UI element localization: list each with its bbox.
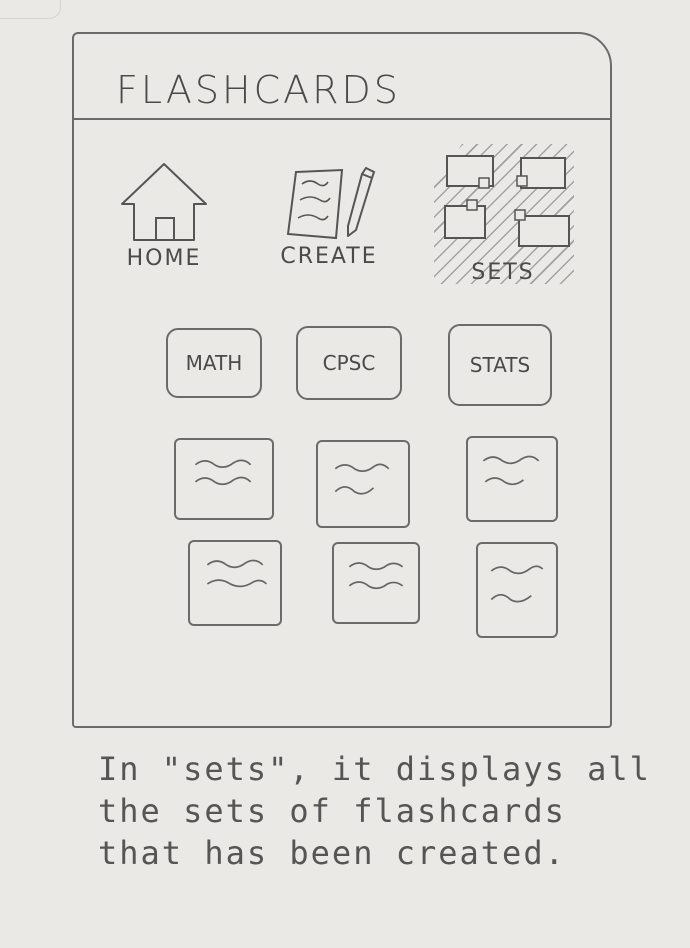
set-button-math[interactable]: MATH [166,328,262,398]
set-button-label: MATH [185,351,243,375]
flashcard-thumbnail[interactable] [476,542,558,638]
set-button-label: STATS [469,353,531,377]
set-button-label: CPSC [322,351,376,375]
nav-home-button[interactable]: HOME [104,156,224,271]
set-button-stats[interactable]: STATS [448,324,552,406]
squiggle-lines-icon [194,459,252,486]
flashcard-thumbnail[interactable] [332,542,420,624]
squiggle-lines-icon [490,565,544,603]
note-pencil-icon [286,166,376,240]
flashcard-thumbnail[interactable] [188,540,282,626]
phone-frame: FLASHCARDS HOME CREATE SETS MATH CPSC ST… [72,32,612,728]
nav-create-button[interactable]: CREATE [254,164,404,269]
set-button-cpsc[interactable]: CPSC [296,326,402,400]
squiggle-lines-icon [334,463,390,495]
paper-edge-mark [0,0,61,19]
squiggle-lines-icon [206,559,268,588]
caption-line: the sets of flashcards [98,792,566,830]
flashcard-thumbnail[interactable] [316,440,410,528]
house-icon [121,163,207,241]
sets-grid-icon [444,155,570,247]
nav-create-label: CREATE [280,244,378,269]
squiggle-lines-icon [482,455,540,486]
caption-line: In "sets", it displays all [98,750,651,788]
sketch-caption: In "sets", it displays all the sets of f… [98,748,678,874]
nav-home-label: HOME [126,246,202,271]
nav-sets-button[interactable]: SETS [428,144,578,285]
app-title: FLASHCARDS [116,68,401,112]
flashcard-thumbnail[interactable] [466,436,558,522]
flashcard-thumbnail[interactable] [174,438,274,520]
app-header: FLASHCARDS [74,34,610,120]
nav-sets-label: SETS [471,260,535,285]
caption-line: that has been created. [98,834,566,872]
squiggle-lines-icon [348,562,404,590]
